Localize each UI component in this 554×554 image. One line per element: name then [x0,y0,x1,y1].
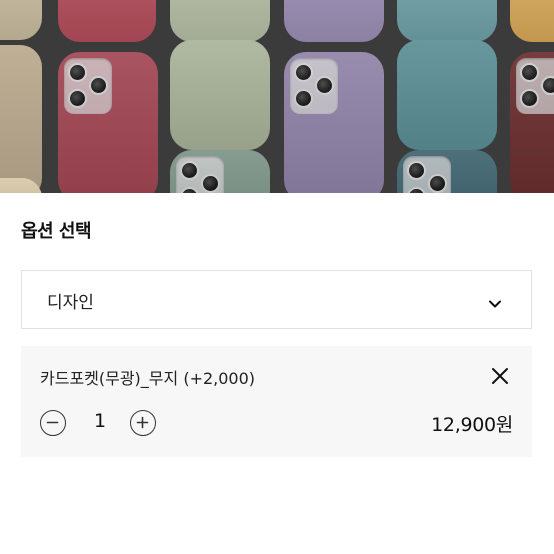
decrease-quantity-button[interactable] [40,410,66,436]
phone-case [0,0,42,40]
option-price: 12,900원 [431,414,513,436]
chevron-down-icon [489,294,501,308]
design-select-label: 디자인 [47,293,94,313]
remove-option-button[interactable] [490,366,510,386]
phone-case [397,150,497,193]
option-section-title: 옵션 선택 [21,221,92,242]
phone-case [284,52,384,193]
minus-circle-icon [46,421,59,424]
phone-case [170,40,270,150]
plus-circle-icon [136,416,149,429]
phone-case [170,150,270,193]
product-image [0,0,554,193]
selected-option-name: 카드포켓(무광)_무지 (+2,000) [40,369,256,388]
quantity-value: 1 [93,410,107,432]
phone-case [0,45,42,193]
increase-quantity-button[interactable] [130,410,156,436]
design-select[interactable]: 디자인 [21,270,532,329]
phone-case [58,0,156,42]
phone-case [284,0,384,42]
phone-case [397,0,497,42]
phone-case [510,0,554,42]
phone-case [397,40,497,150]
phone-case [510,52,554,193]
close-icon [492,368,508,384]
phone-case [58,52,158,193]
phone-case [170,0,270,42]
selected-option-card: 카드포켓(무광)_무지 (+2,000) 1 12,900원 [21,346,532,457]
